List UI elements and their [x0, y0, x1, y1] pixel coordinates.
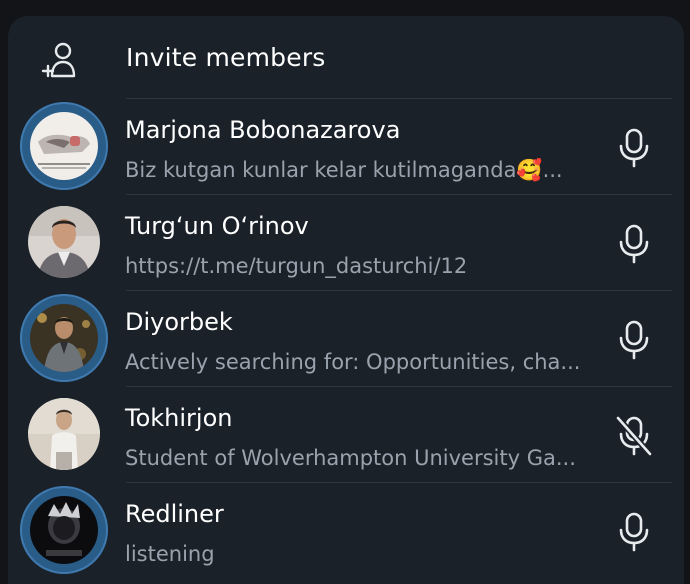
avatar-wrap — [20, 198, 108, 286]
participant-status: Actively searching for: Opportunities, c… — [125, 350, 581, 374]
avatar — [30, 496, 98, 564]
participant-row[interactable]: Redliner listening — [8, 482, 684, 578]
participant-row[interactable]: Turg‘un O‘rinov https://t.me/turgun_dast… — [8, 194, 684, 290]
row-divider — [126, 194, 672, 195]
mic-icon[interactable] — [612, 222, 656, 266]
participant-row[interactable]: Diyorbek Actively searching for: Opportu… — [8, 290, 684, 386]
participants-panel: Invite members Marjona Bobonazarova Biz … — [8, 16, 684, 584]
row-divider — [126, 98, 672, 99]
add-user-icon — [41, 42, 76, 78]
participant-name: Turg‘un O‘rinov — [125, 212, 309, 240]
avatar — [28, 398, 100, 470]
avatar-speaking-ring — [20, 486, 108, 574]
row-divider — [126, 482, 672, 483]
avatar-wrap — [20, 390, 108, 478]
participant-name: Marjona Bobonazarova — [125, 116, 401, 144]
participant-name: Diyorbek — [125, 308, 233, 336]
invite-members-button[interactable]: Invite members — [8, 16, 684, 100]
participant-status: https://t.me/turgun_dasturchi/12 — [125, 254, 468, 278]
mic-icon[interactable] — [612, 126, 656, 170]
avatar-speaking-ring — [20, 102, 108, 190]
participant-row[interactable]: Marjona Bobonazarova Biz kutgan kunlar k… — [8, 98, 684, 194]
mic-muted-icon[interactable] — [612, 414, 656, 458]
participant-name: Tokhirjon — [125, 404, 233, 432]
participant-status: Biz kutgan kunlar kelar kutilmaganda🥰... — [125, 158, 563, 182]
participant-status: Student of Wolverhampton University Ga..… — [125, 446, 576, 470]
participant-status: listening — [125, 542, 215, 566]
participant-row[interactable]: Tokhirjon Student of Wolverhampton Unive… — [8, 386, 684, 482]
avatar — [30, 304, 98, 372]
row-divider — [126, 386, 672, 387]
mic-icon[interactable] — [612, 318, 656, 362]
avatar — [28, 206, 100, 278]
mic-icon[interactable] — [612, 510, 656, 554]
avatar-speaking-ring — [20, 294, 108, 382]
invite-members-label: Invite members — [126, 43, 326, 72]
avatar — [30, 112, 98, 180]
row-divider — [126, 290, 672, 291]
participant-name: Redliner — [125, 500, 224, 528]
